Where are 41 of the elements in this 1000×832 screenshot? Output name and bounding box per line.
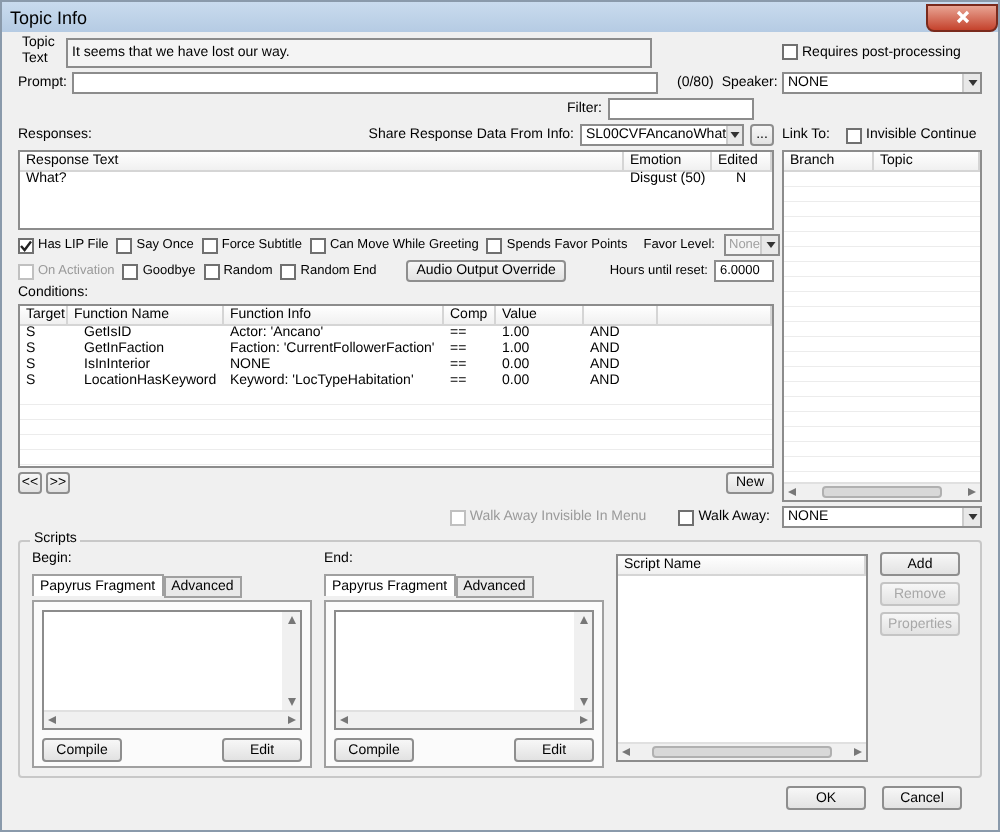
scroll-left-icon [48, 716, 56, 724]
checkbox[interactable] [782, 44, 798, 60]
checkbox[interactable] [116, 237, 133, 253]
script-text-area[interactable] [334, 610, 594, 730]
horizontal-scrollbar[interactable] [44, 710, 300, 728]
scroll-down-icon [287, 698, 295, 706]
horizontal-scrollbar[interactable] [784, 482, 980, 500]
checkbox[interactable] [203, 263, 220, 279]
horizontal-scrollbar[interactable] [618, 742, 866, 760]
vertical-scrollbar[interactable] [574, 612, 592, 710]
checkbox[interactable] [201, 237, 218, 253]
dropdown-arrow-icon [730, 132, 741, 138]
checkbox[interactable] [846, 127, 862, 143]
close-button[interactable] [926, 3, 998, 31]
filter-field[interactable] [608, 98, 754, 120]
checkbox[interactable] [122, 263, 139, 279]
scroll-right-icon [968, 488, 976, 496]
dropdown-arrow-icon [765, 242, 776, 248]
checkbox[interactable] [309, 237, 326, 253]
scroll-up-icon [579, 616, 587, 624]
scroll-right-icon [288, 716, 296, 724]
scroll-left-icon [788, 488, 796, 496]
scroll-right-icon [580, 716, 588, 724]
prompt-field[interactable] [71, 72, 658, 94]
scroll-left-icon [340, 716, 348, 724]
scroll-left-icon [622, 748, 630, 756]
scroll-right-icon [854, 748, 862, 756]
checkbox[interactable] [678, 509, 695, 525]
checkbox[interactable] [486, 237, 503, 253]
dropdown-arrow-icon [967, 514, 977, 520]
window-title: Topic Info [10, 7, 88, 27]
scroll-up-icon [287, 616, 295, 624]
close-icon [955, 10, 969, 24]
checkbox[interactable] [280, 263, 297, 279]
scroll-down-icon [579, 698, 587, 706]
horizontal-scrollbar[interactable] [336, 710, 592, 728]
vertical-scrollbar[interactable] [282, 612, 300, 710]
script-text-area[interactable] [42, 610, 302, 730]
checkmark-icon [20, 239, 32, 251]
checkbox[interactable] [18, 237, 34, 253]
dropdown-arrow-icon [967, 80, 977, 86]
